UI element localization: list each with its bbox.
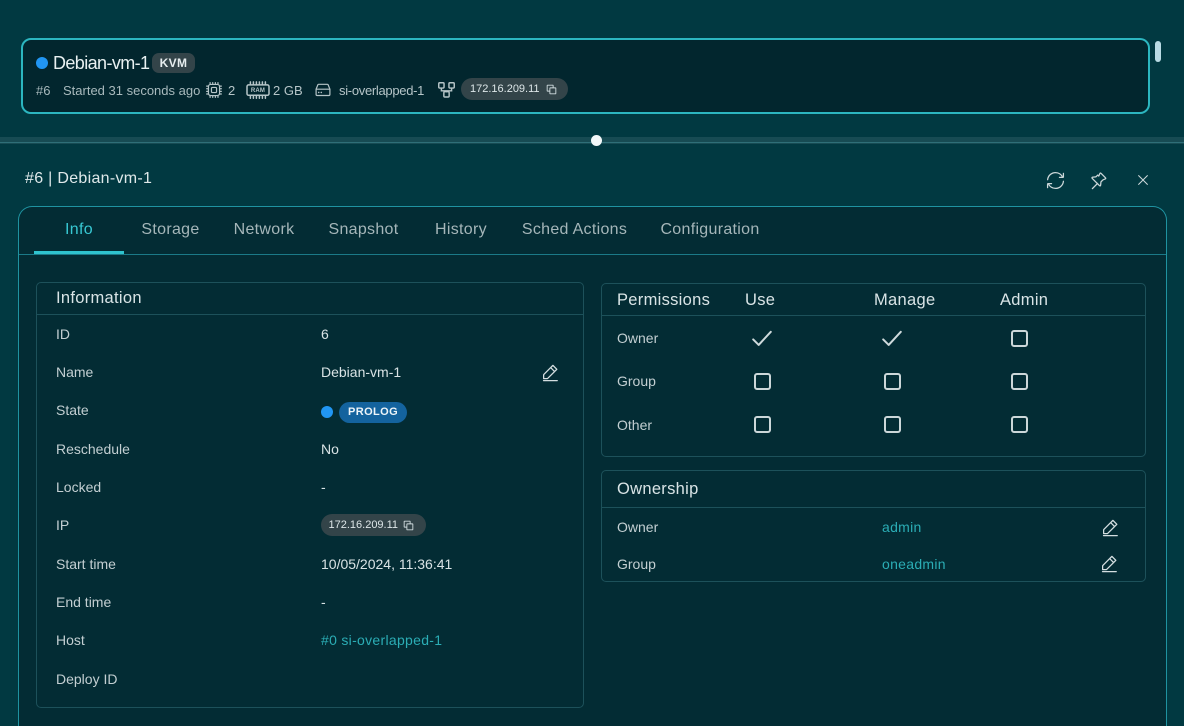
svg-text:RAM: RAM <box>251 88 265 94</box>
